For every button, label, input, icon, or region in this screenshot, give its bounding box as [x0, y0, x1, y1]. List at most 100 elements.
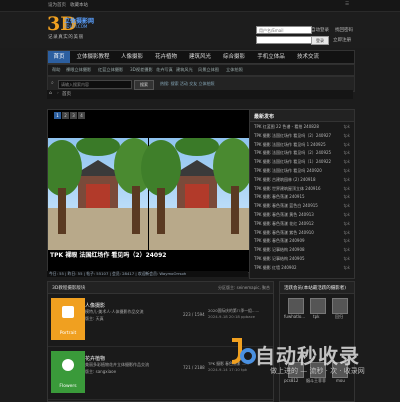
slide-page-2[interactable]: 2 — [62, 112, 69, 119]
hot-link[interactable]: 搜索 — [171, 81, 179, 86]
newest-post-row[interactable]: TPK 摄影 春色荡漾 黄色 240913 tpk — [254, 212, 350, 219]
nav-item-general[interactable]: 综合摄影 — [218, 51, 250, 63]
newest-post-title[interactable]: TPK 摄影 法国红场作 看见吗（1）240922 — [254, 159, 331, 164]
featured-slideshow[interactable]: 1 2 3 4 TPK 裸眼 法国红场作 看见吗（2）24092 — [47, 109, 250, 273]
newest-post-title[interactable]: TPK 摄影 法国红场作 看见吗 1 240925 — [254, 142, 326, 147]
subnav-item[interactable]: 立体拍照 — [226, 67, 243, 73]
forum-moderator[interactable]: 版主: 天真 — [85, 316, 104, 322]
newest-post-author[interactable]: tpk — [344, 186, 350, 191]
newest-post-row[interactable]: TPK 摄影 世界建筑屋顶立体 240916 tpk — [254, 186, 350, 193]
search-button[interactable]: 搜索 — [134, 80, 154, 90]
avatar[interactable] — [288, 298, 304, 314]
newest-post-row[interactable]: TPK 摄影 法国红场作 看见吗（2）240927 tpk — [254, 133, 350, 140]
newest-post-row[interactable]: TPK 摄影 古建筑园林 (2) 240918 tpk — [254, 177, 350, 184]
username-input[interactable] — [256, 26, 312, 34]
auto-login-checkbox[interactable]: 自动登录 — [311, 27, 329, 33]
set-homepage-link[interactable]: 设为首页 — [48, 2, 66, 8]
newest-post-row[interactable]: TPK 摄影 春色荡漾 240909 tpk — [254, 238, 350, 245]
slide-page-3[interactable]: 3 — [70, 112, 77, 119]
newest-post-row[interactable]: TPK 摄影 红墙 240902 tpk — [254, 265, 350, 272]
search-input[interactable]: 请输入搜索内容 — [58, 80, 132, 89]
breadcrumb-current[interactable]: 首页 — [62, 91, 71, 97]
newest-post-author[interactable]: tpk — [344, 124, 350, 129]
slide-page-1[interactable]: 1 — [54, 112, 61, 119]
newest-post-row[interactable]: TPK 摄影 法国红场作 看见吗（1）240922 tpk — [254, 159, 350, 166]
subnav-item[interactable]: 花卉写真 — [156, 67, 173, 73]
member-name[interactable]: mou — [336, 378, 345, 383]
newest-post-title[interactable]: TPK 摄影 春色荡漾 240909 — [254, 238, 305, 243]
newest-post-author[interactable]: tpk — [344, 203, 350, 208]
newest-post-title[interactable]: TPK 摄影 记事结构 240905 — [254, 256, 305, 261]
newest-post-row[interactable]: TPK 摄影 春色荡漾 花红 240912 tpk — [254, 221, 350, 228]
newest-post-author[interactable]: tpk — [344, 238, 350, 243]
newest-post-title[interactable]: TPK 摄影 记事结构 240908 — [254, 247, 305, 252]
subnav-item[interactable]: 红蓝立体摄影 — [98, 67, 123, 73]
newest-post-row[interactable]: TPK 摄影 春色荡漾 蓝色白 240915 tpk — [254, 203, 350, 210]
newest-post-author[interactable]: tpk — [344, 212, 350, 217]
newest-post-row[interactable]: TPK 红蓝图 22 色谱 - 看拍 240828 tpk — [254, 124, 350, 131]
newest-post-author[interactable]: tpk — [344, 177, 350, 182]
stereo-photo[interactable] — [48, 138, 249, 250]
newest-post-author[interactable]: tpk — [344, 168, 350, 173]
newest-post-row[interactable]: TPK 摄影 记事结构 240905 tpk — [254, 256, 350, 263]
nav-item-home[interactable]: 首页 — [48, 51, 70, 63]
login-button[interactable]: 登录 — [311, 36, 329, 45]
newest-post-title[interactable]: TPK 摄影 春色荡漾 紫色 240910 — [254, 230, 314, 235]
newest-post-row[interactable]: TPK 摄影 法国红场作 看见吗 240920 tpk — [254, 168, 350, 175]
newest-post-title[interactable]: TPK 摄影 法国红场作 看见吗 240920 — [254, 168, 322, 173]
newest-post-title[interactable]: TPK 摄影 世界建筑屋顶立体 240916 — [254, 186, 321, 191]
register-link[interactable]: 立即注册 — [333, 37, 351, 43]
newest-post-author[interactable]: tpk — [344, 194, 350, 199]
newest-post-title[interactable]: TPK 摄影 法国红场作 看见吗（2）240927 — [254, 133, 331, 138]
member-name[interactable]: fuwhatlo... — [284, 314, 305, 319]
nav-item-tech[interactable]: 技术交流 — [292, 51, 324, 63]
hot-link[interactable]: 活动 — [180, 81, 188, 86]
forum-name[interactable]: 花卉植物 — [85, 355, 105, 362]
member-name[interactable]: 回归 — [335, 314, 343, 320]
newest-post-title[interactable]: TPK 摄影 春色荡漾 花红 240912 — [254, 221, 314, 226]
newest-post-title[interactable]: TPK 摄影 春色荡漾 240915 — [254, 194, 305, 199]
member-name[interactable]: tpk — [313, 314, 319, 319]
newest-post-title[interactable]: TPK 摄影 古建筑园林 (2) 240918 — [254, 177, 316, 182]
newest-post-row[interactable]: TPK 摄影 法国红场作 看见吗 1 240925 tpk — [254, 142, 350, 149]
newest-post-row[interactable]: TPK 摄影 法国红场作 看见吗（2）240925 tpk — [254, 150, 350, 157]
hot-link[interactable]: 交友 — [189, 81, 197, 86]
subnav-item[interactable]: 建筑风光 — [176, 67, 193, 73]
newest-post-row[interactable]: TPK 摄影 春色荡漾 紫色 240910 tpk — [254, 230, 350, 237]
member-name[interactable]: 烟斗王菲菲 — [306, 378, 326, 384]
password-input[interactable] — [256, 36, 312, 44]
nav-item-tutorial[interactable]: 立体摄影教程 — [72, 51, 114, 63]
menu-icon[interactable]: ☰ — [345, 2, 349, 7]
newest-post-author[interactable]: tpk — [344, 230, 350, 235]
newest-post-author[interactable]: tpk — [344, 133, 350, 138]
slide-caption[interactable]: TPK 裸眼 法国红场作 看见吗（2）24092 — [50, 250, 166, 259]
newest-post-title[interactable]: TPK 摄影 红墙 240902 — [254, 265, 297, 270]
subnav-item[interactable]: 风景立体图 — [198, 67, 219, 73]
newest-post-title[interactable]: TPK 红蓝图 22 色谱 - 看拍 240828 — [254, 124, 319, 129]
forum-name[interactable]: 人像摄影 — [85, 302, 105, 309]
newest-post-title[interactable]: TPK 摄影 法国红场作 看见吗（2）240925 — [254, 150, 331, 155]
home-icon[interactable]: ⌂ — [49, 91, 52, 96]
subnav-item[interactable]: 裸眼立体摄影 — [66, 67, 91, 73]
nav-item-mobile[interactable]: 手机立体品 — [252, 51, 290, 63]
subnav-item[interactable]: 帮助 — [52, 67, 60, 73]
bookmark-link[interactable]: 收藏本站 — [70, 2, 88, 8]
member-name[interactable]: pcs812 — [284, 378, 298, 383]
hot-link[interactable]: 立体拍照 — [198, 81, 214, 86]
newest-post-author[interactable]: tpk — [344, 247, 350, 252]
newest-post-author[interactable]: tpk — [344, 256, 350, 261]
subnav-item[interactable]: 3D视差摄影 — [130, 67, 153, 73]
newest-post-row[interactable]: TPK 摄影 记事结构 240908 tpk — [254, 247, 350, 254]
retrieve-password-link[interactable]: 找回密码 — [335, 27, 353, 33]
newest-post-author[interactable]: tpk — [344, 221, 350, 226]
nav-item-architecture[interactable]: 建筑风光 — [184, 51, 216, 63]
forum-moderator[interactable]: 版主: sangxiaoe — [85, 369, 116, 375]
newest-post-author[interactable]: tpk — [344, 265, 350, 270]
newest-post-title[interactable]: TPK 摄影 春色荡漾 黄色 240913 — [254, 212, 314, 217]
newest-post-author[interactable]: tpk — [344, 142, 350, 147]
slide-page-4[interactable]: 4 — [78, 112, 85, 119]
flowers-icon[interactable]: Flowers — [51, 351, 85, 393]
newest-post-title[interactable]: TPK 摄影 春色荡漾 蓝色白 240915 — [254, 203, 318, 208]
newest-post-author[interactable]: tpk — [344, 159, 350, 164]
avatar[interactable] — [310, 298, 326, 314]
